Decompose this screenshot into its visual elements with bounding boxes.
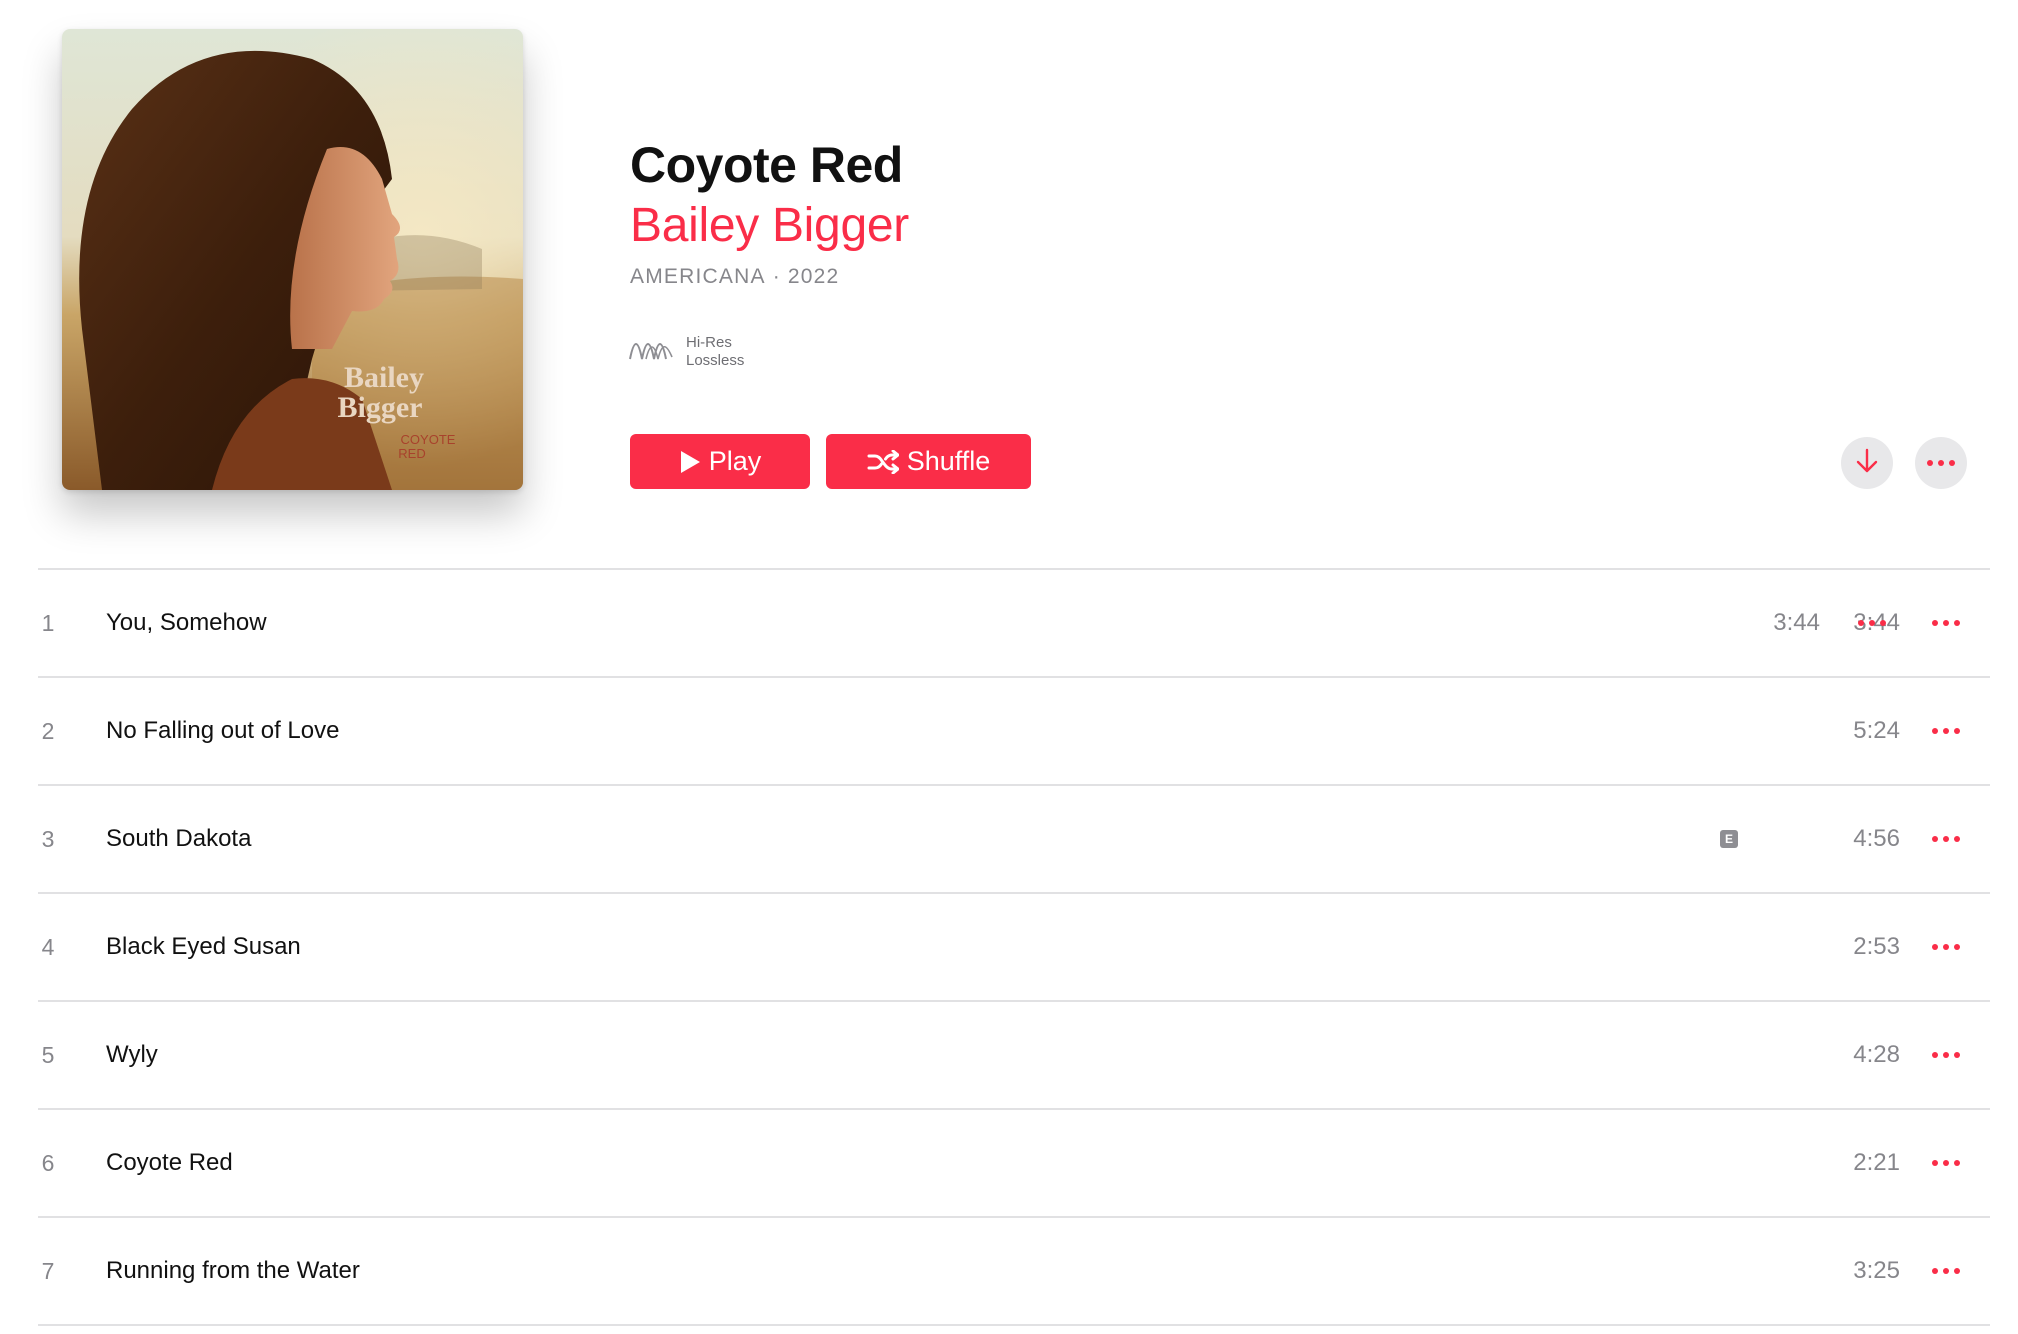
track-title: Wyly xyxy=(106,1041,158,1068)
track-more-button[interactable] xyxy=(1926,1041,1966,1069)
explicit-badge: E xyxy=(1720,830,1738,848)
track-number: 6 xyxy=(41,1150,55,1176)
track-number: 1 xyxy=(41,610,55,636)
album-header: Bailey Bigger COYOTE RED Coyote Red Bail… xyxy=(0,0,2018,568)
shuffle-button-label: Shuffle xyxy=(906,446,991,476)
hi-res-lossless-badge: Hi-Res Lossless xyxy=(628,333,744,370)
artwork-text-4: RED xyxy=(398,446,425,461)
track-row[interactable]: 7 Running from the Water 3:25 xyxy=(38,1218,1990,1326)
artwork-text-2: Bigger xyxy=(338,391,423,424)
hi-res-label: Hi-Res xyxy=(686,333,732,351)
album-title: Coyote Red xyxy=(630,137,903,193)
track-duration: 4:56 xyxy=(1853,825,1900,852)
track-more-button[interactable] xyxy=(1926,933,1966,961)
album-artwork[interactable]: Bailey Bigger COYOTE RED xyxy=(62,29,523,490)
track-duration: 2:21 xyxy=(1853,1149,1900,1176)
ellipsis-icon xyxy=(1932,1160,1960,1166)
ellipsis-icon xyxy=(1927,460,1955,466)
lossless-label: Lossless xyxy=(686,351,745,369)
hi-res-waveform-icon xyxy=(628,333,676,370)
track-duration: 3:44 xyxy=(1773,609,1820,636)
ellipsis-icon xyxy=(1932,1052,1960,1058)
artwork-text-3: COYOTE xyxy=(401,432,456,447)
shuffle-button[interactable]: Shuffle xyxy=(826,434,1031,489)
ellipsis-icon xyxy=(1932,1268,1960,1274)
track-more-button[interactable] xyxy=(1926,1149,1966,1177)
shuffle-icon xyxy=(867,449,899,474)
download-button[interactable] xyxy=(1841,437,1893,489)
track-number: 3 xyxy=(41,826,55,852)
track-number: 4 xyxy=(41,934,55,960)
album-more-button[interactable] xyxy=(1915,437,1967,489)
track-row[interactable]: 6 Coyote Red 2:21 xyxy=(38,1110,1990,1218)
track-more-button[interactable] xyxy=(1926,1257,1966,1285)
track-number: 2 xyxy=(41,718,55,744)
track-title: Running from the Water xyxy=(106,1257,360,1284)
track-more-button[interactable] xyxy=(1926,825,1966,853)
track-duration: 2:53 xyxy=(1853,933,1900,960)
track-row[interactable]: 3 South Dakota E 4:56 xyxy=(38,786,1990,894)
track-list: 1 You, Somehow 3:44 3:44 2 No Falling ou… xyxy=(38,568,1990,1326)
track-more-button[interactable] xyxy=(1926,717,1966,745)
track-number: 7 xyxy=(41,1258,55,1284)
track-duration: 5:24 xyxy=(1853,717,1900,744)
ellipsis-icon xyxy=(1932,836,1960,842)
genre-label: AMERICANA xyxy=(630,265,766,288)
ellipsis-icon xyxy=(1932,620,1960,626)
track-title: No Falling out of Love xyxy=(106,717,340,744)
play-button[interactable]: Play xyxy=(630,434,810,489)
track-hover-ellipsis-icon[interactable] xyxy=(1852,609,1892,637)
track-row[interactable]: 2 No Falling out of Love 5:24 xyxy=(38,678,1990,786)
track-title: Black Eyed Susan xyxy=(106,933,301,960)
track-title: Coyote Red xyxy=(106,1149,233,1176)
track-title: You, Somehow xyxy=(106,609,267,636)
track-row[interactable]: 1 You, Somehow 3:44 3:44 xyxy=(38,570,1990,678)
artwork-text: Bailey xyxy=(344,361,424,394)
track-row[interactable]: 5 Wyly 4:28 xyxy=(38,1002,1990,1110)
artist-link[interactable]: Bailey Bigger xyxy=(630,198,909,253)
play-button-label: Play xyxy=(708,446,762,476)
track-more-button[interactable] xyxy=(1926,609,1966,637)
track-number: 5 xyxy=(41,1042,55,1068)
year-label: 2022 xyxy=(787,265,840,288)
track-duration: 4:28 xyxy=(1853,1041,1900,1068)
meta-separator: · xyxy=(765,265,788,288)
play-icon xyxy=(679,450,701,474)
album-meta: AMERICANA · 2022 xyxy=(630,265,839,289)
ellipsis-icon xyxy=(1932,728,1960,734)
track-title: South Dakota xyxy=(106,825,252,852)
ellipsis-icon xyxy=(1932,944,1960,950)
track-row[interactable]: 4 Black Eyed Susan 2:53 xyxy=(38,894,1990,1002)
download-arrow-icon xyxy=(1855,448,1879,479)
track-duration: 3:25 xyxy=(1853,1257,1900,1284)
